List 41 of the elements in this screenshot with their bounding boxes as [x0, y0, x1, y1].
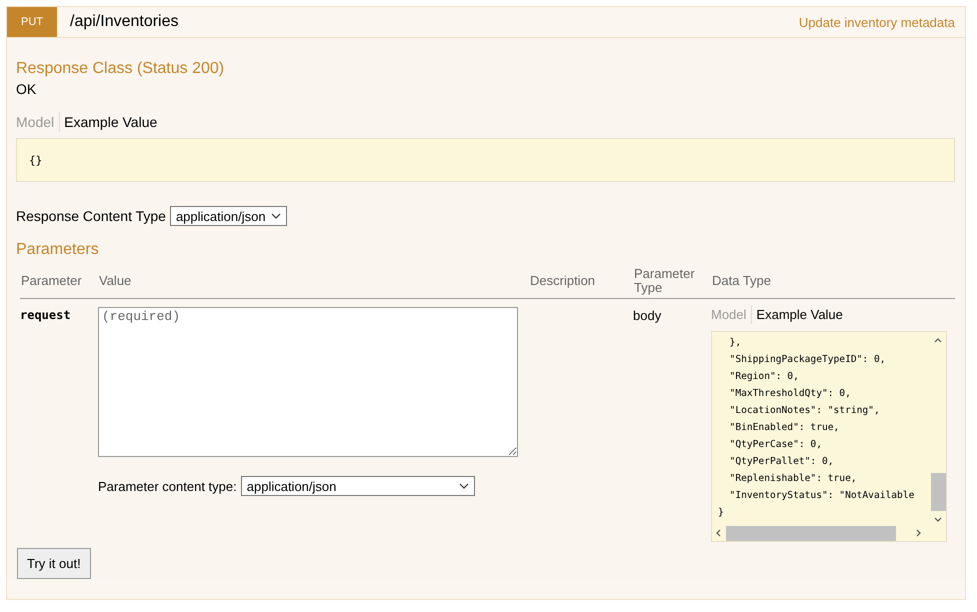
column-header: Data Type	[711, 274, 772, 288]
code-line: "Replenishable": true,	[728, 472, 858, 486]
column-header: Parameter	[20, 274, 83, 288]
column-header: Parameter Type	[633, 267, 696, 295]
scroll-left-icon[interactable]	[716, 529, 721, 537]
code-sample: {}	[16, 138, 955, 182]
code-line: "MaxThresholdQty": 0,	[728, 387, 852, 401]
tab[interactable]: Example Value	[751, 305, 848, 324]
code-line: "QtyPerCase": 0,	[728, 438, 823, 452]
parameter-type: body	[633, 307, 662, 325]
content-type-select[interactable]: application/json	[240, 476, 475, 496]
scroll-right-icon[interactable]	[916, 529, 921, 537]
caret-icon	[458, 483, 469, 489]
code-line: "Region": 0,	[728, 370, 800, 384]
code-line: "InventoryStatus": "NotAvailable	[728, 489, 916, 503]
code-line: "BinEnabled": true,	[728, 421, 840, 435]
section-title: Response Class (Status 200)	[16, 59, 226, 78]
content-type-select[interactable]: application/json	[170, 206, 287, 226]
code-line: "QtyPerPallet": 0,	[728, 455, 835, 469]
method-badge: PUT	[7, 7, 57, 37]
operation-header[interactable]: PUT /api/Inventories Update inventory metadata	[7, 7, 965, 38]
code-line: },	[728, 336, 742, 350]
code-line: "LocationNotes": "string",	[728, 404, 881, 418]
scroll-down-icon[interactable]	[934, 517, 942, 522]
field-label: Parameter content type:	[98, 478, 237, 494]
column-header: Description	[529, 274, 596, 288]
parameter-name: request	[20, 307, 72, 324]
code-line: }	[718, 506, 725, 520]
try-it-out-button[interactable]: Try it out!	[17, 548, 91, 579]
status-text: OK	[16, 81, 38, 97]
tab[interactable]: Example Value	[59, 112, 162, 132]
code-line: "ShippingPackageTypeID": 0,	[728, 353, 887, 367]
field-label: Response Content Type	[16, 208, 166, 224]
scroll-up-icon[interactable]	[934, 338, 942, 343]
column-header: Value	[98, 274, 132, 288]
caret-icon	[270, 213, 281, 219]
scrollbar-thumb[interactable]	[930, 473, 946, 511]
value-input[interactable]: (required)	[98, 307, 518, 457]
scrollbar-thumb[interactable]	[726, 526, 896, 540]
section-title: Parameters	[16, 240, 100, 259]
endpoint-path[interactable]: /api/Inventories	[70, 13, 179, 31]
